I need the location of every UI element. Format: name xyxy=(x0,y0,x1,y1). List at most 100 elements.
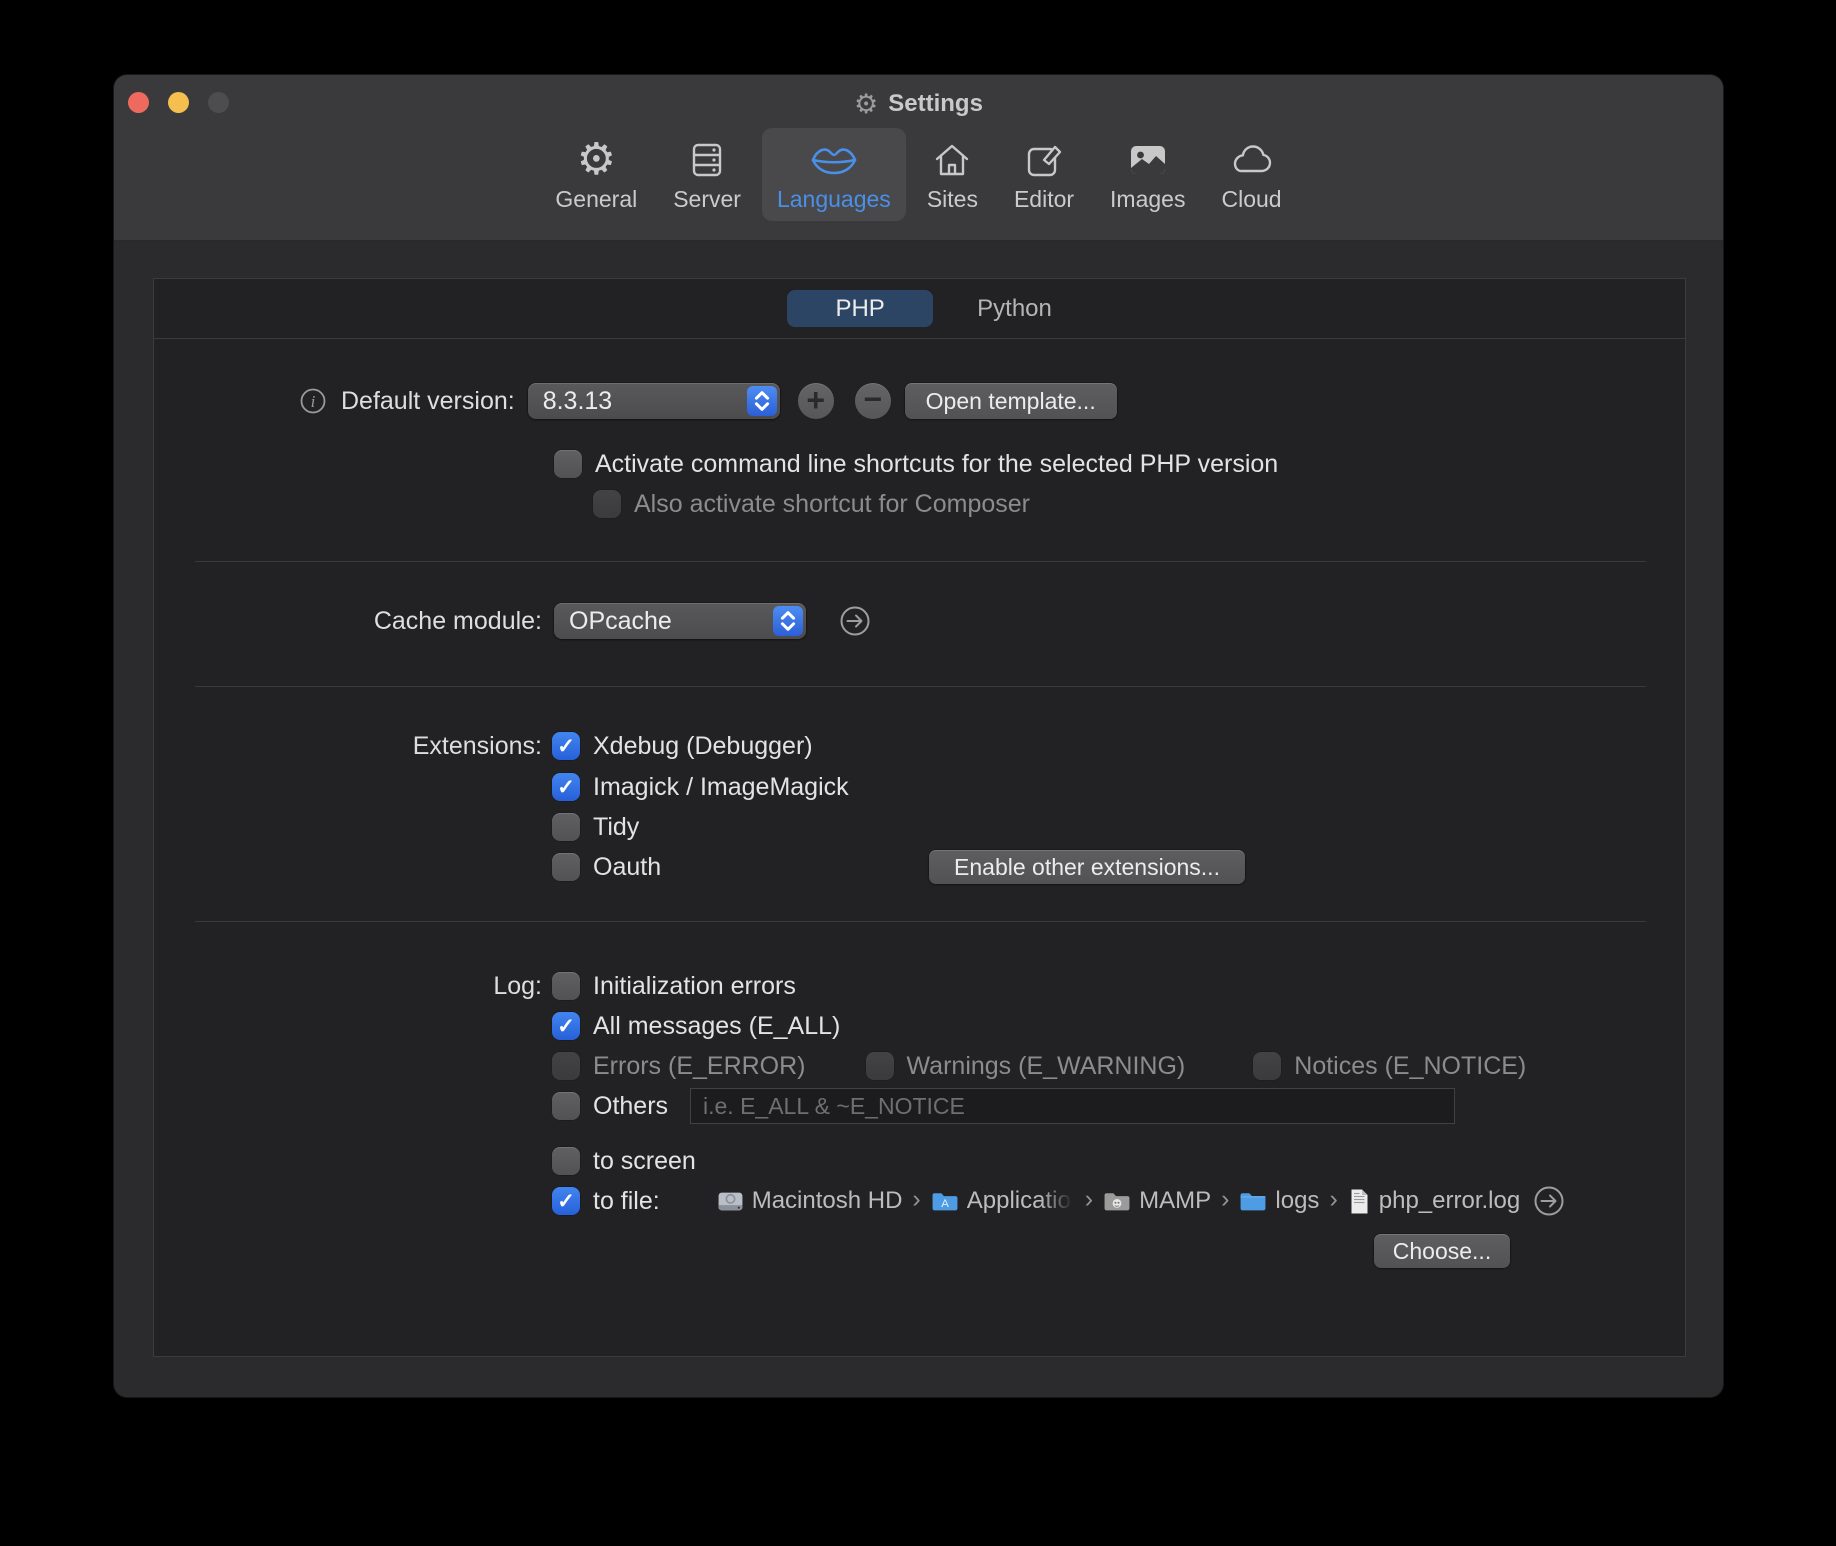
toolbar-item-server[interactable]: Server xyxy=(658,128,756,221)
composer-checkbox xyxy=(593,490,621,518)
toolbar-item-editor[interactable]: Editor xyxy=(999,128,1089,221)
php-version-select[interactable]: 8.3.13 xyxy=(528,383,780,419)
log-init-row: Initialization errors xyxy=(552,966,796,1006)
enable-other-extensions-button[interactable]: Enable other extensions... xyxy=(929,850,1245,884)
toolbar-label: Languages xyxy=(777,186,891,213)
path-separator: › xyxy=(912,1187,920,1212)
separator xyxy=(195,921,1646,922)
tidy-checkbox[interactable] xyxy=(552,813,580,841)
separator xyxy=(195,686,1646,687)
toolbar-label: Images xyxy=(1110,186,1185,213)
to-file-label: to file: xyxy=(593,1187,660,1216)
to-file-checkbox[interactable] xyxy=(552,1187,580,1215)
path-item: Macintosh HD xyxy=(717,1187,903,1215)
composer-label: Also activate shortcut for Composer xyxy=(634,490,1030,519)
notices-label: Notices (E_NOTICE) xyxy=(1294,1052,1526,1081)
to-screen-checkbox[interactable] xyxy=(552,1147,580,1175)
window-header: ⚙ Settings ⚙ General xyxy=(114,75,1723,241)
path-label: MAMP xyxy=(1139,1187,1211,1215)
errors-label: Errors (E_ERROR) xyxy=(593,1052,806,1081)
activate-cli-label: Activate command line shortcuts for the … xyxy=(595,450,1278,479)
toolbar-item-cloud[interactable]: Cloud xyxy=(1206,128,1296,221)
toolbar-item-images[interactable]: Images xyxy=(1095,128,1200,221)
cache-module-goto-button[interactable] xyxy=(839,605,871,637)
log-all-messages-row: All messages (E_ALL) xyxy=(552,1006,840,1046)
log-levels-row: Errors (E_ERROR) Warnings (E_WARNING) No… xyxy=(552,1046,1526,1086)
cache-module-label: Cache module: xyxy=(154,601,542,641)
languages-panel: PHP Python i Default version: 8.3.13 xyxy=(153,278,1686,1357)
settings-gear-icon: ⚙ xyxy=(854,91,878,118)
path-label: Applications xyxy=(967,1187,1075,1215)
imagick-label: Imagick / ImageMagick xyxy=(593,773,849,802)
path-label: php_error.log xyxy=(1379,1187,1520,1215)
xdebug-checkbox[interactable] xyxy=(552,732,580,760)
others-checkbox[interactable] xyxy=(552,1092,580,1120)
tab-php[interactable]: PHP xyxy=(787,290,933,327)
path-label: Macintosh HD xyxy=(752,1187,903,1215)
log-others-row: Others xyxy=(552,1086,668,1126)
all-messages-checkbox[interactable] xyxy=(552,1012,580,1040)
choose-file-button[interactable]: Choose... xyxy=(1374,1234,1510,1268)
all-messages-label: All messages (E_ALL) xyxy=(593,1012,840,1041)
path-item: php_error.log xyxy=(1348,1187,1520,1215)
toolbar-label: Sites xyxy=(927,186,978,213)
mamp-folder-icon xyxy=(1103,1190,1131,1213)
path-item: MAMP xyxy=(1103,1187,1211,1215)
path-separator: › xyxy=(1085,1187,1093,1212)
info-icon[interactable]: i xyxy=(298,386,328,416)
php-version-value: 8.3.13 xyxy=(543,387,613,416)
initialization-errors-label: Initialization errors xyxy=(593,972,796,1001)
toolbar-label: Cloud xyxy=(1221,186,1281,213)
tab-python[interactable]: Python xyxy=(977,295,1052,323)
path-label: logs xyxy=(1275,1187,1319,1215)
open-template-button[interactable]: Open template... xyxy=(905,383,1117,419)
reveal-log-file-button[interactable] xyxy=(1533,1185,1565,1217)
house-icon xyxy=(932,137,972,183)
imagick-checkbox[interactable] xyxy=(552,773,580,801)
default-version-label: Default version: xyxy=(341,387,515,416)
log-label: Log: xyxy=(154,966,542,1006)
extension-row: Xdebug (Debugger) xyxy=(552,726,813,766)
add-version-button[interactable] xyxy=(798,383,834,419)
pencil-square-icon xyxy=(1024,137,1064,183)
extension-row: Imagick / ImageMagick xyxy=(552,767,849,807)
log-file-path: Macintosh HD › A Applications › xyxy=(717,1185,1566,1217)
initialization-errors-checkbox[interactable] xyxy=(552,972,580,1000)
svg-text:A: A xyxy=(941,1198,949,1210)
composer-row: Also activate shortcut for Composer xyxy=(593,484,1030,524)
separator xyxy=(195,561,1646,562)
toolbar-label: Server xyxy=(673,186,741,213)
log-to-file-row: to file: Macintosh HD › xyxy=(552,1181,1565,1221)
tidy-label: Tidy xyxy=(593,813,639,842)
lips-icon xyxy=(811,137,857,183)
remove-version-button[interactable] xyxy=(855,383,891,419)
gear-icon: ⚙ xyxy=(577,137,616,183)
path-separator: › xyxy=(1221,1187,1229,1212)
cloud-icon xyxy=(1229,137,1275,183)
server-icon xyxy=(687,137,727,183)
window-title: Settings xyxy=(888,90,983,118)
settings-window: ⚙ Settings ⚙ General xyxy=(114,75,1723,1397)
language-tabs: PHP Python xyxy=(154,279,1685,339)
photo-icon xyxy=(1128,137,1168,183)
path-item: A Applications xyxy=(931,1187,1075,1215)
others-input[interactable] xyxy=(690,1088,1455,1124)
hard-drive-icon xyxy=(717,1188,744,1215)
toolbar-item-sites[interactable]: Sites xyxy=(912,128,993,221)
toolbar-label: General xyxy=(555,186,637,213)
notices-checkbox xyxy=(1253,1052,1281,1080)
toolbar-item-languages[interactable]: Languages xyxy=(762,128,906,221)
activate-cli-checkbox[interactable] xyxy=(554,450,582,478)
path-item: logs xyxy=(1239,1187,1319,1215)
toolbar-item-general[interactable]: ⚙ General xyxy=(540,128,652,221)
extension-row: Oauth xyxy=(552,847,661,887)
applications-folder-icon: A xyxy=(931,1190,959,1213)
logs-folder-icon xyxy=(1239,1190,1267,1213)
xdebug-label: Xdebug (Debugger) xyxy=(593,732,813,761)
chevron-up-down-icon xyxy=(773,606,803,636)
to-screen-label: to screen xyxy=(593,1147,696,1176)
cache-module-select[interactable]: OPcache xyxy=(554,603,806,639)
extensions-label: Extensions: xyxy=(154,726,542,766)
oauth-checkbox[interactable] xyxy=(552,853,580,881)
warnings-checkbox xyxy=(866,1052,894,1080)
